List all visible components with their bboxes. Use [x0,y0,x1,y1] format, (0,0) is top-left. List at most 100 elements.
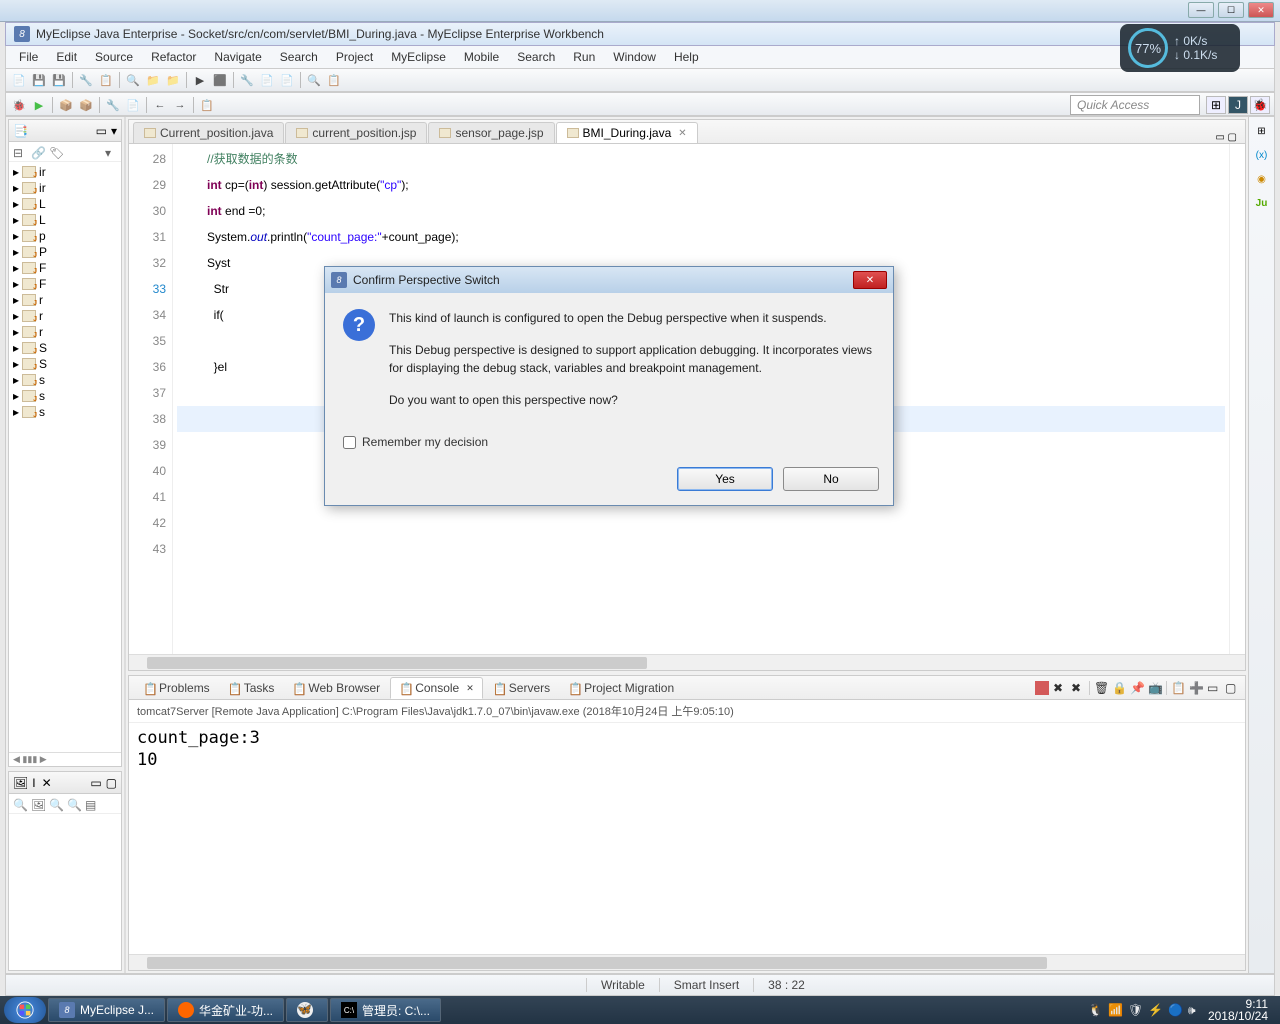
package-item[interactable]: ▸L [11,196,119,212]
quick-access-input[interactable]: Quick Access [1070,95,1200,115]
tool-icon[interactable]: 📋 [198,96,216,114]
trim-icon[interactable]: (x) [1254,147,1270,163]
taskbar-item[interactable]: 华金矿业-功... [167,998,284,1022]
tray-icon[interactable]: 📶 [1108,1003,1122,1017]
run-icon[interactable]: ▶ [30,96,48,114]
menu-icon[interactable]: ▤ [85,798,97,810]
menu-search[interactable]: Search [271,47,327,67]
tool-icon[interactable]: 📦 [77,96,95,114]
tray-icon[interactable]: 🕪 [1188,1003,1202,1017]
open-console-icon[interactable]: 📋 [1171,681,1185,695]
menu-window[interactable]: Window [604,47,665,67]
win-min-icon[interactable]: — [1188,2,1214,18]
menu-navigate[interactable]: Navigate [205,47,270,67]
menu-mobile[interactable]: Mobile [455,47,508,67]
package-item[interactable]: ▸S [11,356,119,372]
new-console-icon[interactable]: ➕ [1189,681,1203,695]
package-item[interactable]: ▸r [11,292,119,308]
zoom-icon[interactable]: 🔍 [13,798,25,810]
clear-icon[interactable]: 🗑 [1094,681,1108,695]
tool-icon[interactable]: 🔧 [104,96,122,114]
max-icon[interactable]: ▢ [106,776,117,790]
console-tab[interactable]: 📋Web Browser [284,678,388,698]
zoomin-icon[interactable]: 🔍 [67,798,79,810]
image-tab-icon[interactable]: 🖼 [13,776,28,790]
package-item[interactable]: ▸F [11,276,119,292]
taskbar-item[interactable]: C:\管理员: C:\... [330,998,441,1022]
pkg-tab-icon[interactable]: 📑 [13,124,28,138]
link-icon[interactable]: 🔗 [31,146,43,158]
console-hscroll[interactable] [129,954,1245,970]
console-tab[interactable]: 📋Problems [135,678,218,698]
package-item[interactable]: ▸r [11,324,119,340]
save-icon[interactable]: 💾 [30,71,48,89]
win-max-icon[interactable]: ☐ [1218,2,1244,18]
tool-icon[interactable]: 🔧 [77,71,95,89]
editor-tab[interactable]: current_position.jsp [285,122,427,143]
close-icon[interactable]: ✕ [42,776,52,790]
package-item[interactable]: ▸P [11,244,119,260]
back-icon[interactable]: ← [151,96,169,114]
package-item[interactable]: ▸L [11,212,119,228]
console-tab[interactable]: 📋Tasks [220,678,283,698]
package-item[interactable]: ▸s [11,404,119,420]
editor-hscroll[interactable] [129,654,1245,670]
tool-icon[interactable]: 📦 [57,96,75,114]
tool-icon[interactable]: 🔍 [305,71,323,89]
tool-icon[interactable]: 🔧 [238,71,256,89]
remember-checkbox[interactable] [343,436,356,449]
tool-icon[interactable]: 📋 [97,71,115,89]
menu-icon[interactable]: ▾ [105,146,117,158]
menu-run[interactable]: Run [564,47,604,67]
package-item[interactable]: ▸p [11,228,119,244]
package-item[interactable]: ▸F [11,260,119,276]
persp-icon[interactable]: ⊞ [1206,96,1226,114]
taskbar-item[interactable]: 🦋 [286,998,328,1022]
tool-icon[interactable]: 📄 [124,96,142,114]
menu-help[interactable]: Help [665,47,708,67]
img-icon[interactable]: 🖼 [31,798,43,810]
min-icon[interactable]: ▭ [96,124,107,138]
min-icon[interactable]: ▭ [90,776,101,790]
yes-button[interactable]: Yes [677,467,773,491]
close-icon[interactable]: ▾ [111,124,117,138]
package-item[interactable]: ▸s [11,388,119,404]
min-icon[interactable]: ▭ [1207,681,1221,695]
tool-icon[interactable]: ▶ [191,71,209,89]
console-tab[interactable]: 📋Servers [485,678,558,698]
scroll-lock-icon[interactable]: 🔒 [1112,681,1126,695]
tool-icon[interactable]: 📄 [258,71,276,89]
no-button[interactable]: No [783,467,879,491]
package-item[interactable]: ▸ir [11,180,119,196]
console-tab[interactable]: 📋Console✕ [390,677,483,699]
tray-icon[interactable]: 🔵 [1168,1003,1182,1017]
menu-project[interactable]: Project [327,47,382,67]
menu-search2[interactable]: Search [508,47,564,67]
remove-all-icon[interactable]: ✖ [1071,681,1085,695]
trim-icon[interactable]: ⊞ [1254,123,1270,139]
taskbar-item[interactable]: 8MyEclipse J... [48,998,165,1022]
tool-icon[interactable]: 📁 [164,71,182,89]
tool-icon[interactable]: 📋 [325,71,343,89]
menu-source[interactable]: Source [86,47,142,67]
tool-icon[interactable]: 📁 [144,71,162,89]
tray-icon[interactable]: 🛡 [1128,1003,1142,1017]
taskbar-clock[interactable]: 9:11 2018/10/24 [1208,998,1268,1022]
editor-tab[interactable]: Current_position.java [133,122,284,143]
max-icon[interactable]: ▢ [1225,681,1239,695]
menu-file[interactable]: File [10,47,47,67]
fwd-icon[interactable]: → [171,96,189,114]
package-item[interactable]: ▸ir [11,164,119,180]
remove-icon[interactable]: ✖ [1053,681,1067,695]
save-all-icon[interactable]: 💾 [50,71,68,89]
trim-icon[interactable]: Ju [1254,195,1270,211]
collapse-icon[interactable]: ⊟ [13,146,25,158]
tool-icon[interactable]: 📄 [278,71,296,89]
filter-icon[interactable]: 🏷 [49,146,61,158]
persp-debug-icon[interactable]: 🐞 [1250,96,1270,114]
zoomout-icon[interactable]: 🔍 [49,798,61,810]
dialog-titlebar[interactable]: 8 Confirm Perspective Switch ✕ [325,267,893,293]
menu-edit[interactable]: Edit [47,47,86,67]
trim-icon[interactable]: ◉ [1254,171,1270,187]
overview-ruler[interactable] [1229,144,1245,654]
